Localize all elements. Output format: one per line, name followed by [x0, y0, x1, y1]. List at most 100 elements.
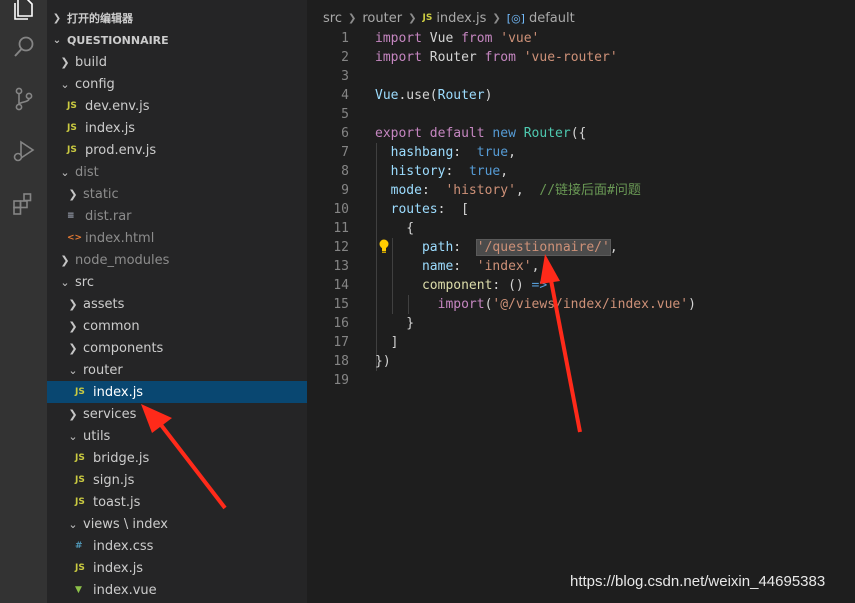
file-index-vue[interactable]: ▼ index.vue — [47, 579, 307, 601]
tree-item-label: services — [83, 406, 137, 422]
line-number: 17 — [333, 335, 349, 350]
tree-item-label: router — [83, 362, 123, 378]
chevron-right-icon: ❯ — [52, 12, 62, 24]
breadcrumb-item-router[interactable]: router — [362, 11, 402, 26]
folder-assets[interactable]: ❯ assets — [47, 293, 307, 315]
folder-src[interactable]: ⌄ src — [47, 271, 307, 293]
chevron-down-icon: ⌄ — [68, 429, 78, 443]
folder-views-index[interactable]: ⌄ views \ index — [47, 513, 307, 535]
project-label: QUESTIONNAIRE — [67, 33, 169, 47]
folder-components[interactable]: ❯ components — [47, 337, 307, 359]
breadcrumb-item-file[interactable]: index.js — [436, 11, 486, 26]
file-index-js[interactable]: JS index.js — [47, 381, 307, 403]
code-token: ] — [375, 335, 399, 350]
line-number: 19 — [333, 373, 349, 388]
js-file-icon: JS — [75, 497, 85, 507]
code-line: }) — [375, 352, 391, 371]
tree-item-label: index.js — [93, 560, 144, 576]
code-token: : — [453, 240, 462, 255]
line-number: 9 — [341, 183, 349, 198]
file-index-js[interactable]: JS index.js — [47, 117, 307, 139]
tree-item-label: index.js — [85, 120, 136, 136]
code-token: 'index' — [476, 259, 532, 274]
tree-item-label: components — [83, 340, 164, 356]
search-icon[interactable] — [0, 24, 47, 70]
code-line: } — [375, 314, 414, 333]
rar-file-icon: ≡ — [67, 211, 75, 221]
tree-item-label: src — [75, 274, 94, 290]
line-number: 12 — [333, 240, 349, 255]
folder-utils[interactable]: ⌄ utils — [47, 425, 307, 447]
folder-router[interactable]: ⌄ router — [47, 359, 307, 381]
file-index-css[interactable]: # index.css — [47, 535, 307, 557]
folder-dist[interactable]: ⌄ dist — [47, 161, 307, 183]
code-token: import — [375, 31, 422, 46]
folder-build[interactable]: ❯ build — [47, 51, 307, 73]
chevron-right-icon: ❯ — [68, 297, 78, 311]
folder-services[interactable]: ❯ services — [47, 403, 307, 425]
chevron-right-icon: ❯ — [347, 12, 357, 24]
code-token: 'vue' — [500, 31, 540, 46]
line-number: 2 — [341, 50, 349, 65]
folder-static[interactable]: ❯ static — [47, 183, 307, 205]
file-index-js[interactable]: JS index.js — [47, 557, 307, 579]
code-token: , — [531, 259, 540, 274]
code-token: 'vue-router' — [523, 50, 618, 65]
code-token: Vue — [375, 88, 399, 103]
code-line: mode: 'history', //链接后面#问题 — [375, 181, 641, 200]
file-toast-js[interactable]: JS toast.js — [47, 491, 307, 513]
code-line: { — [375, 219, 414, 238]
file-sign-js[interactable]: JS sign.js — [47, 469, 307, 491]
open-editors-header[interactable]: ❯ 打开的编辑器 — [47, 7, 307, 29]
activity-bar — [0, 0, 47, 603]
line-number: 5 — [341, 107, 349, 122]
tree-item-label: static — [83, 186, 119, 202]
line-number: 4 — [341, 88, 349, 103]
code-token: import — [375, 50, 422, 65]
file-bridge-js[interactable]: JS bridge.js — [47, 447, 307, 469]
code-line: path: '/questionnaire/', — [375, 238, 618, 257]
file-prod-env-js[interactable]: JS prod.env.js — [47, 139, 307, 161]
code-line: export default new Router({ — [375, 124, 586, 143]
tree-item-label: assets — [83, 296, 125, 312]
file-dev-env-js[interactable]: JS dev.env.js — [47, 95, 307, 117]
code-token: default — [429, 126, 485, 141]
breadcrumb-item-src[interactable]: src — [323, 11, 342, 26]
code-token: true — [468, 164, 501, 179]
folder-node-modules[interactable]: ❯ node_modules — [47, 249, 307, 271]
line-number: 10 — [333, 202, 349, 217]
line-number: 18 — [333, 354, 349, 369]
tree-item-label: toast.js — [93, 494, 141, 510]
tree-item-label: views \ index — [83, 516, 168, 532]
chevron-right-icon: ❯ — [408, 12, 417, 24]
code-token: , — [515, 183, 524, 198]
line-number: 14 — [333, 278, 349, 293]
code-token: ) — [484, 88, 493, 103]
open-editors-label: 打开的编辑器 — [67, 12, 133, 25]
js-file-icon: JS — [67, 101, 77, 111]
folder-common[interactable]: ❯ common — [47, 315, 307, 337]
run-debug-icon[interactable] — [0, 128, 47, 174]
tree-item-label: config — [75, 76, 115, 92]
chevron-down-icon: ⌄ — [68, 517, 78, 531]
folder-config[interactable]: ⌄ config — [47, 73, 307, 95]
breadcrumb-item-symbol[interactable]: default — [529, 11, 575, 26]
project-header[interactable]: ⌄ QUESTIONNAIRE — [47, 29, 307, 51]
line-number: 7 — [341, 145, 349, 160]
chevron-right-icon: ❯ — [60, 55, 70, 69]
code-token: ) — [688, 297, 696, 312]
lightbulb-icon[interactable] — [377, 238, 391, 254]
chevron-right-icon: ❯ — [60, 253, 70, 267]
file-index-html[interactable]: <> index.html — [47, 227, 307, 249]
code-token: routes — [375, 202, 438, 217]
file-dist-rar[interactable]: ≡ dist.rar — [47, 205, 307, 227]
code-line: import('@/views/index/index.vue') — [375, 295, 696, 314]
code-token: true — [476, 145, 509, 160]
extensions-icon[interactable] — [0, 181, 47, 227]
source-control-icon[interactable] — [0, 76, 47, 122]
breadcrumb: src ❯ router ❯ JS index.js ❯ [◎] default — [323, 8, 575, 28]
code-token: () — [508, 278, 524, 293]
code-token: new — [492, 126, 516, 141]
tree-item-label: node_modules — [75, 252, 170, 268]
chevron-right-icon: ❯ — [68, 341, 78, 355]
